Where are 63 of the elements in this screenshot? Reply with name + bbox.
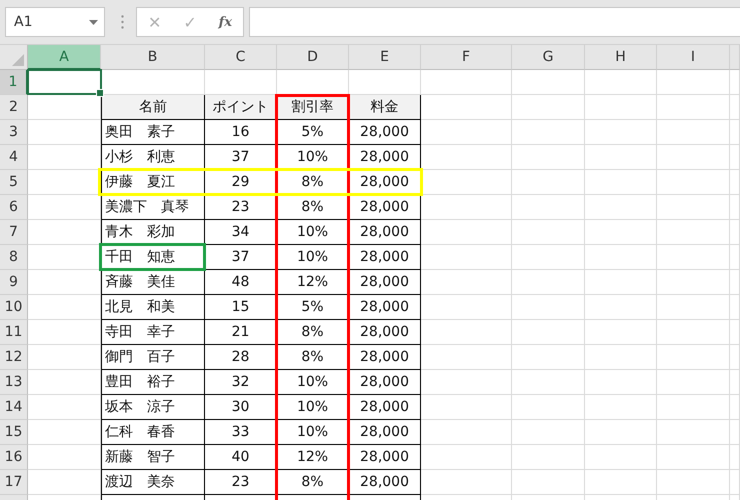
row-header[interactable]: 6 [0,195,28,220]
table-cell: 青木 彩加 [101,220,205,245]
column-header[interactable] [730,45,740,70]
row-header[interactable]: 12 [0,345,28,370]
table-cell: 美濃下 真琴 [101,195,205,220]
column-header[interactable]: I [657,45,730,70]
row-header[interactable]: 8 [0,245,28,270]
table-cell: 奥田 素子 [101,120,205,145]
table-cell: 新藤 智子 [101,445,205,470]
table-cell: 北見 和美 [101,295,205,320]
name-box[interactable]: A1 [5,7,105,37]
table-cell: 28,000 [349,395,421,420]
table-cell: 28,000 [349,420,421,445]
table-cell: 28,000 [349,220,421,245]
table-cell: 寺田 幸子 [101,320,205,345]
table-cell: 坂本 涼子 [101,395,205,420]
table-cell: 28,000 [349,245,421,270]
drag-handle-icon [121,15,124,29]
column-header[interactable]: H [585,45,657,70]
column-header[interactable]: G [512,45,585,70]
row-header[interactable]: 11 [0,320,28,345]
row-header[interactable]: 1 [0,70,28,95]
column-header[interactable]: E [349,45,421,70]
table-cell: 28,000 [349,295,421,320]
row-header[interactable]: 15 [0,420,28,445]
column-header[interactable]: F [421,45,512,70]
table-cell: 28,000 [349,345,421,370]
table-cell: 28,000 [349,270,421,295]
table-cell: 御門 百子 [101,345,205,370]
column-header[interactable]: C [205,45,277,70]
insert-function-button[interactable]: fx [218,14,232,30]
column-header[interactable]: A [28,45,101,70]
row-header[interactable]: 5 [0,170,28,195]
table-cell: 斉藤 美佳 [101,270,205,295]
table-cell: 28,000 [349,120,421,145]
table-cell: 小杉 利恵 [101,145,205,170]
row-header[interactable]: 2 [0,95,28,120]
row-header[interactable]: 14 [0,395,28,420]
row-header[interactable]: 7 [0,220,28,245]
table-cell: 28,000 [349,445,421,470]
table-cell: 28,000 [349,370,421,395]
row-header[interactable]: 9 [0,270,28,295]
formula-input[interactable] [249,7,740,37]
column-title: 名前 [101,95,205,120]
row-header[interactable]: 4 [0,145,28,170]
table-cell: 仁科 春香 [101,420,205,445]
table-cell: 28,000 [349,470,421,495]
dropdown-icon [89,20,98,24]
active-cell[interactable] [27,69,102,95]
table-cell: 渡辺 美奈 [101,470,205,495]
table-cell: 28,000 [349,320,421,345]
table-cell: 28,000 [349,195,421,220]
column-title: ポイント [205,95,277,120]
select-all-icon[interactable] [12,54,24,66]
row-header[interactable]: 13 [0,370,28,395]
row-header[interactable]: 17 [0,470,28,495]
column-header[interactable]: B [101,45,205,70]
column-title: 料金 [349,95,421,120]
row-header[interactable]: 16 [0,445,28,470]
row-header[interactable]: 10 [0,295,28,320]
column-header[interactable]: D [277,45,349,70]
table-cell: 豊田 裕子 [101,370,205,395]
row-header[interactable]: 3 [0,120,28,145]
